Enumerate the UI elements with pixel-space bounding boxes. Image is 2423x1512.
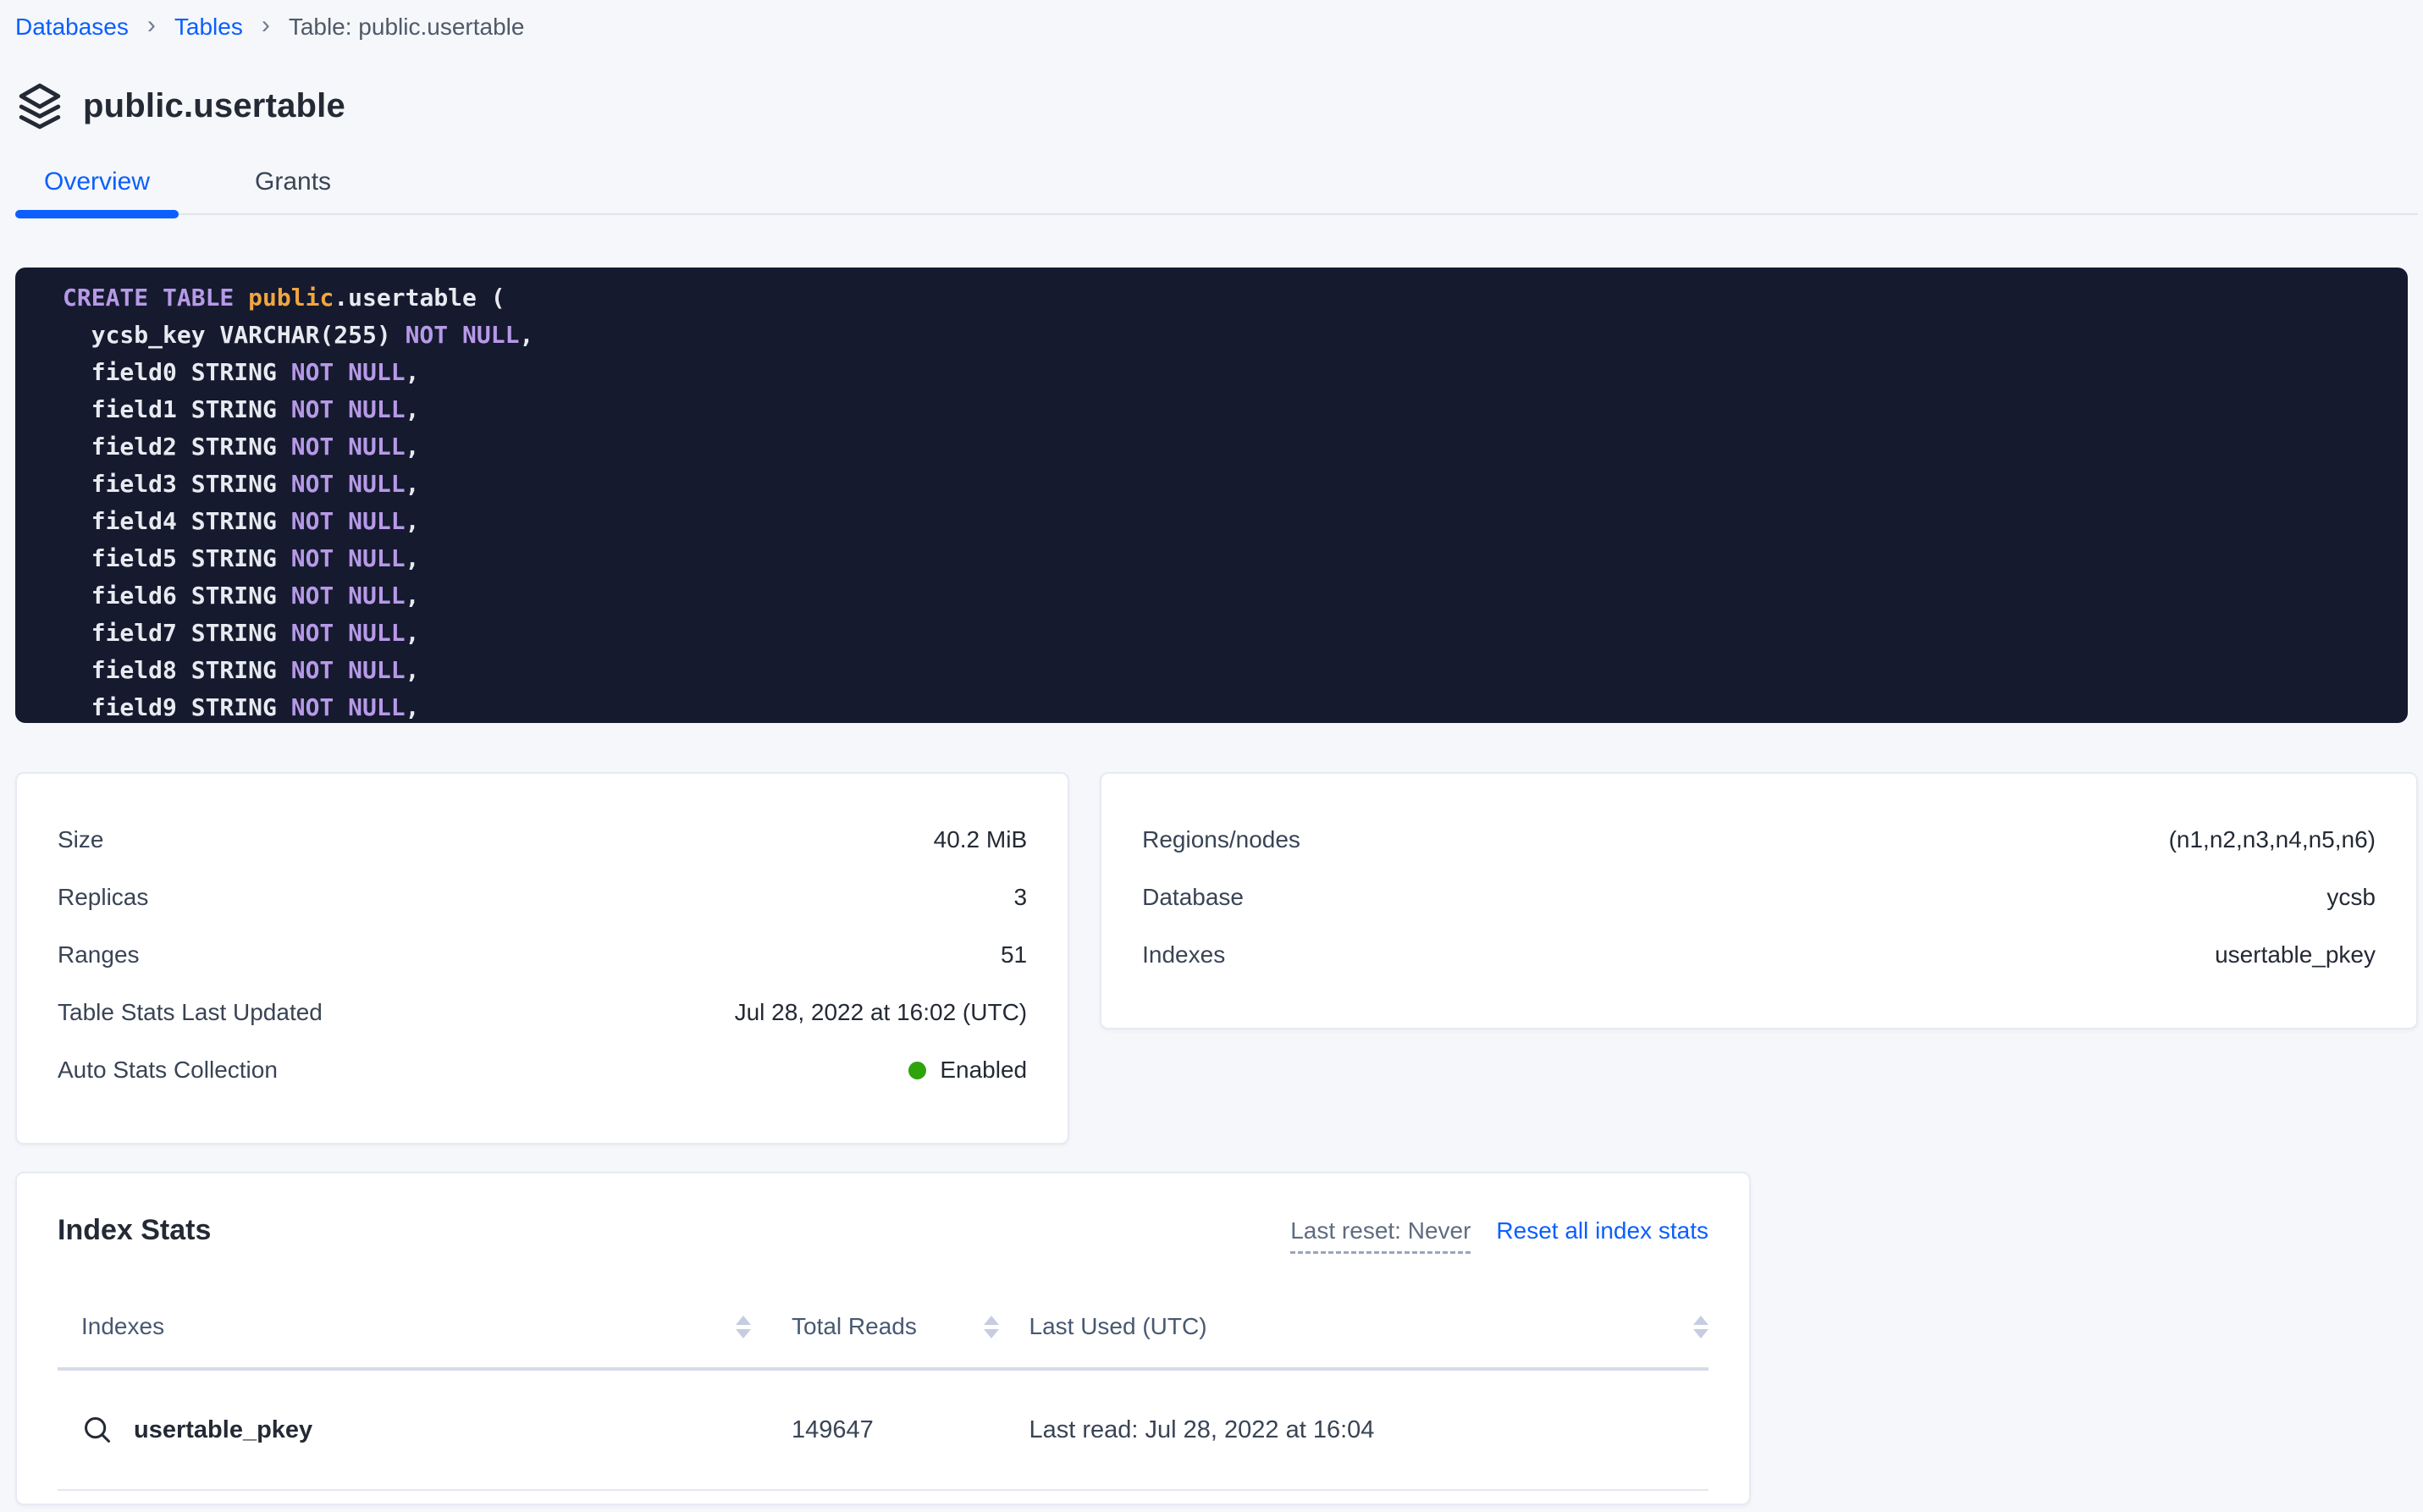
layers-icon: [15, 81, 64, 130]
table-stats-card: Size 40.2 MiB Replicas 3 Ranges 51 Table…: [15, 772, 1069, 1145]
column-label: Total Reads: [792, 1313, 917, 1340]
tab-overview[interactable]: Overview: [15, 168, 179, 213]
sort-arrows-icon[interactable]: [984, 1316, 999, 1338]
page-title: public.usertable: [83, 87, 345, 125]
breadcrumb-current: Table: public.usertable: [289, 14, 525, 41]
column-header-indexes[interactable]: Indexes: [58, 1313, 751, 1340]
stat-label: Regions/nodes: [1142, 826, 1300, 853]
stat-row-auto-stats: Auto Stats Collection Enabled: [58, 1041, 1027, 1099]
page-header: public.usertable: [15, 80, 2418, 132]
column-header-total-reads[interactable]: Total Reads: [751, 1313, 999, 1340]
status-text: Enabled: [940, 1057, 1027, 1084]
last-used-cell: Last read: Jul 28, 2022 at 16:04: [999, 1416, 1709, 1444]
total-reads-cell: 149647: [751, 1416, 999, 1444]
stat-value: 51: [1001, 941, 1027, 968]
stat-label: Indexes: [1142, 941, 1225, 968]
chevron-right-icon: ›: [262, 13, 270, 41]
magnifier-icon: [81, 1414, 113, 1446]
index-stats-card: Index Stats Last reset: Never Reset all …: [15, 1172, 1751, 1505]
last-reset-label: Last reset: Never: [1290, 1217, 1471, 1254]
tab-bar: Overview Grants: [15, 168, 2418, 215]
index-stats-header: Index Stats Last reset: Never Reset all …: [58, 1214, 1708, 1254]
summary-cards: Size 40.2 MiB Replicas 3 Ranges 51 Table…: [15, 772, 2418, 1145]
index-stats-title: Index Stats: [58, 1214, 211, 1247]
index-table-header-row: Indexes Total Reads Last Used (UTC): [58, 1313, 1708, 1371]
index-stats-actions: Last reset: Never Reset all index stats: [1290, 1214, 1708, 1254]
stat-value: Jul 28, 2022 at 16:02 (UTC): [735, 999, 1028, 1026]
table-location-card: Regions/nodes (n1,n2,n3,n4,n5,n6) Databa…: [1100, 772, 2418, 1029]
create-table-sql-block: CREATE TABLE public.usertable ( ycsb_key…: [15, 268, 2408, 723]
breadcrumb: Databases › Tables › Table: public.usert…: [15, 12, 2418, 42]
stat-value: 40.2 MiB: [934, 826, 1028, 853]
reset-index-stats-link[interactable]: Reset all index stats: [1496, 1217, 1708, 1244]
stat-label: Ranges: [58, 941, 140, 968]
stat-label: Database: [1142, 884, 1244, 911]
breadcrumb-tables-link[interactable]: Tables: [174, 14, 243, 41]
stat-value: ycsb: [2326, 884, 2376, 911]
stat-row-indexes: Indexes usertable_pkey: [1142, 926, 2376, 984]
stat-row-database: Database ycsb: [1142, 869, 2376, 926]
chevron-right-icon: ›: [147, 13, 156, 41]
index-table-row-usertable-pkey[interactable]: usertable_pkey 149647 Last read: Jul 28,…: [58, 1371, 1708, 1491]
sort-arrows-icon[interactable]: [1693, 1316, 1708, 1338]
stat-label: Size: [58, 826, 103, 853]
stat-row-size: Size 40.2 MiB: [58, 811, 1027, 869]
stat-value: 3: [1014, 884, 1028, 911]
stat-label: Replicas: [58, 884, 148, 911]
column-header-last-used[interactable]: Last Used (UTC): [999, 1313, 1709, 1340]
table-details-page: Databases › Tables › Table: public.usert…: [0, 0, 2423, 1505]
index-name: usertable_pkey: [134, 1416, 312, 1444]
status-dot-green: [908, 1062, 926, 1079]
stat-row-replicas: Replicas 3: [58, 869, 1027, 926]
column-label: Last Used (UTC): [1029, 1313, 1207, 1340]
column-label: Indexes: [81, 1313, 164, 1340]
stat-row-ranges: Ranges 51: [58, 926, 1027, 984]
breadcrumb-databases-link[interactable]: Databases: [15, 14, 129, 41]
stat-value: Enabled: [908, 1057, 1027, 1084]
stat-label: Table Stats Last Updated: [58, 999, 323, 1026]
index-name-cell: usertable_pkey: [58, 1414, 751, 1446]
tab-grants[interactable]: Grants: [226, 168, 360, 213]
stat-row-regions: Regions/nodes (n1,n2,n3,n4,n5,n6): [1142, 811, 2376, 869]
sql-code: CREATE TABLE public.usertable ( ycsb_key…: [63, 279, 2408, 723]
stat-label: Auto Stats Collection: [58, 1057, 278, 1084]
stat-value: usertable_pkey: [2215, 941, 2376, 968]
stat-row-stats-updated: Table Stats Last Updated Jul 28, 2022 at…: [58, 984, 1027, 1041]
sort-arrows-icon[interactable]: [736, 1316, 751, 1338]
stat-value: (n1,n2,n3,n4,n5,n6): [2169, 826, 2376, 853]
